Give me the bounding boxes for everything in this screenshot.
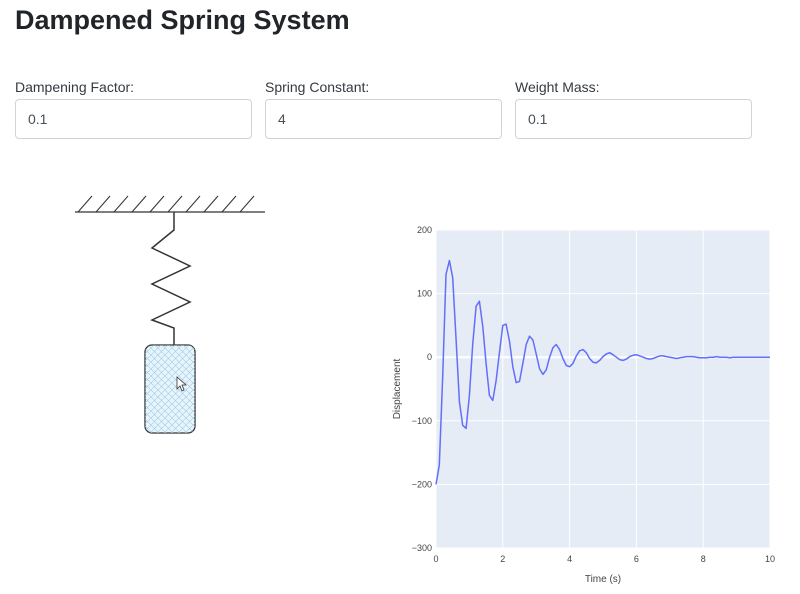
spring-constant-label: Spring Constant: [265,79,370,95]
weight-mass-input[interactable] [515,99,752,139]
dampening-factor-field: Dampening Factor: [15,78,252,139]
ceiling-hatch-mark [131,195,147,213]
x-tick-label: 4 [567,554,572,564]
plot-area [436,230,770,548]
y-tick-label: 100 [417,289,432,299]
spring-constant-input[interactable] [265,99,502,139]
weight-mass-label: Weight Mass: [515,79,600,95]
ceiling-hatch-mark [95,195,111,213]
spring-constant-field: Spring Constant: [265,78,502,139]
x-tick-label: 2 [500,554,505,564]
dampening-factor-label: Dampening Factor: [15,79,135,95]
ceiling-hatch-mark [203,195,219,213]
x-tick-label: 6 [634,554,639,564]
ceiling-hatch-mark [185,195,201,213]
weight-block[interactable] [144,344,196,434]
ceiling-hatch-mark [221,195,237,213]
y-tick-label: −100 [412,416,432,426]
y-tick-label: 200 [417,225,432,235]
page: Dampened Spring System Dampening Factor:… [0,0,800,594]
y-tick-label: −300 [412,543,432,553]
y-tick-label: 0 [427,352,432,362]
spring-figure [75,195,265,434]
ceiling-mount [75,195,265,213]
x-tick-label: 0 [433,554,438,564]
ceiling-hatch-mark [239,195,255,213]
x-tick-label: 10 [765,554,775,564]
spring-coil [150,212,192,345]
displacement-chart: 0 2 4 6 8 10 200 100 0 −100 −200 −300 Time (s) Displa… [392,225,775,585]
x-axis-label: Time (s) [585,574,621,585]
ceiling-hatch-mark [77,195,93,213]
dampening-factor-input[interactable] [15,99,252,139]
ceiling-hatch-mark [113,195,129,213]
y-tick-label: −200 [412,479,432,489]
x-tick-label: 8 [701,554,706,564]
ceiling-hatch-mark [167,195,183,213]
y-axis-label: Displacement [392,358,403,419]
weight-mass-field: Weight Mass: [515,78,752,139]
ceiling-hatch-mark [149,195,165,213]
page-title: Dampened Spring System [15,5,350,35]
